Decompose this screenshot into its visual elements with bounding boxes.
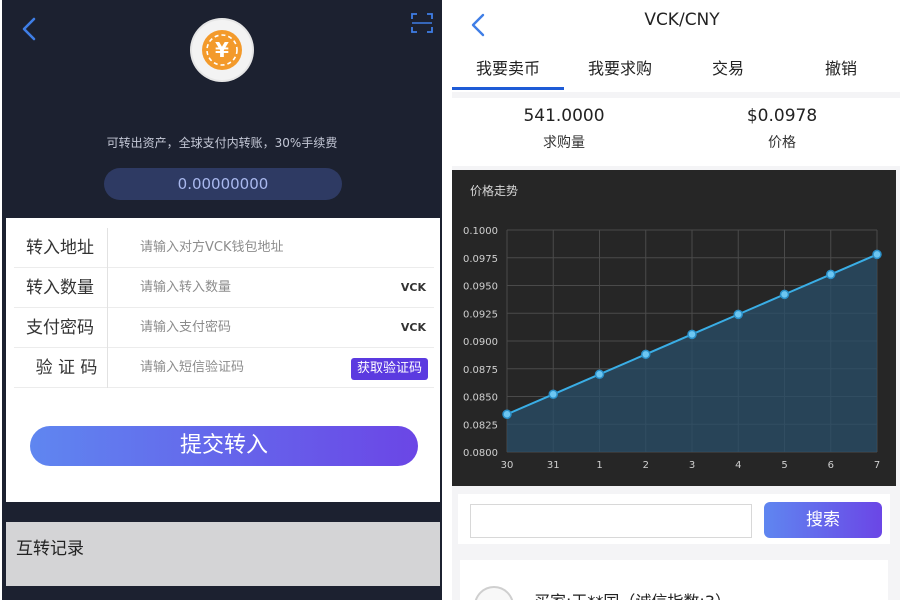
page-title: VCK/CNY [644, 10, 720, 30]
price-point [826, 269, 836, 280]
search-bar: 搜索 [458, 494, 890, 544]
transfer-records[interactable]: 互转记录 [6, 522, 440, 586]
price-point [641, 349, 651, 360]
y-tick-label: 0.0825 [463, 420, 498, 431]
address-label: 转入地址 [26, 228, 108, 268]
password-row[interactable]: 支付密码 请输入支付密码 VCK [14, 308, 434, 348]
x-tick-label: 1 [596, 460, 602, 471]
price-point [594, 369, 605, 380]
y-tick-label: 0.0925 [463, 309, 498, 320]
transfer-form: 转入地址 请输入对方VCK钱包地址 转入数量 请输入转入数量 VCK 支付密码 … [6, 218, 440, 502]
y-tick-label: 0.0900 [463, 337, 498, 348]
password-unit: VCK [400, 321, 426, 334]
tab-cancel[interactable]: 撤销 [782, 52, 900, 90]
y-tick-label: 0.0950 [463, 282, 498, 293]
market-panel: VCK/CNY 我要卖币 我要求购 交易 撤销 541.0000 求购量 $0.… [452, 0, 900, 600]
tab-sell[interactable]: 我要卖币 [452, 52, 564, 90]
records-title: 互转记录 [16, 539, 84, 559]
x-tick-label: 30 [501, 460, 514, 471]
back-arrow-icon[interactable] [18, 16, 40, 42]
search-button[interactable]: 搜索 [764, 502, 882, 538]
sms-code-row[interactable]: 验 证 码 请输入短信验证码 获取验证码 [14, 348, 434, 388]
address-input[interactable]: 请输入对方VCK钱包地址 [140, 228, 284, 268]
sms-code-input[interactable]: 请输入短信验证码 [140, 348, 244, 388]
price-point [548, 389, 558, 400]
search-input[interactable] [470, 504, 752, 538]
price-chart: 0.1000 0.0975 0.0950 0.0925 0.0900 0.0875 0.08… [452, 170, 896, 486]
amount-unit: VCK [400, 281, 426, 294]
tab-bar: 我要卖币 我要求购 交易 撤销 [452, 52, 900, 92]
price-point [733, 309, 743, 320]
x-tick-label: 2 [643, 460, 649, 471]
stat-price-value: $0.0978 [746, 106, 818, 126]
amount-row[interactable]: 转入数量 请输入转入数量 VCK [14, 268, 434, 308]
stats-bar: 541.0000 求购量 $0.0978 价格 [452, 98, 900, 166]
y-tick-label: 0.0850 [463, 393, 498, 404]
stat-volume-value: 541.0000 [523, 106, 605, 126]
x-tick-label: 4 [735, 460, 741, 471]
tab-trade[interactable]: 交易 [676, 52, 780, 90]
yuan-coin-icon: ¥ [202, 30, 242, 70]
coin-symbol: ¥ [215, 38, 229, 62]
price-point [502, 409, 512, 420]
scan-icon[interactable] [410, 12, 434, 34]
submit-transfer-button[interactable]: 提交转入 [30, 426, 418, 466]
y-tick-label: 0.0800 [463, 448, 498, 459]
seller-info: 买家:王**国（诚信指数:3） [534, 588, 731, 600]
stat-price: $0.0978 价格 [670, 106, 894, 152]
amount-input[interactable]: 请输入转入数量 [140, 268, 231, 308]
price-chart-svg: 0.1000 0.0975 0.0950 0.0925 0.0900 0.0875 0.08… [463, 226, 882, 471]
stat-volume-label: 求购量 [543, 135, 585, 151]
header: VCK/CNY 我要卖币 我要求购 交易 撤销 [452, 0, 900, 92]
stat-price-label: 价格 [768, 135, 796, 151]
transfer-panel: ¥ 可转出资产，全球支付内转账，30%手续费 0.00000000 转入地址 请… [2, 0, 442, 600]
address-row[interactable]: 转入地址 请输入对方VCK钱包地址 [14, 228, 434, 268]
y-tick-label: 0.0975 [463, 254, 498, 265]
fee-notice: 可转出资产，全球支付内转账，30%手续费 [106, 136, 338, 150]
x-tick-label: 5 [781, 460, 787, 471]
coin-logo: ¥ [192, 20, 252, 80]
x-tick-label: 3 [689, 460, 695, 471]
get-code-button[interactable]: 获取验证码 [350, 358, 428, 380]
seller-card[interactable]: 买家:王**国（诚信指数:3） [460, 560, 888, 600]
price-point [872, 249, 882, 260]
price-point [779, 289, 790, 300]
screen: ¥ 可转出资产，全球支付内转账，30%手续费 0.00000000 转入地址 请… [0, 0, 900, 600]
y-tick-label: 0.1000 [463, 226, 498, 237]
price-point [687, 329, 697, 340]
password-input[interactable]: 请输入支付密码 [140, 308, 231, 348]
x-tick-label: 31 [547, 460, 560, 471]
sms-code-label: 验 证 码 [26, 348, 108, 388]
seller-avatar [474, 586, 514, 600]
balance-display: 0.00000000 [104, 168, 342, 200]
password-label: 支付密码 [26, 308, 108, 348]
stat-volume: 541.0000 求购量 [452, 106, 676, 152]
chart-title: 价格走势 [470, 184, 519, 198]
y-tick-label: 0.0875 [463, 365, 498, 376]
x-tick-label: 7 [874, 460, 880, 471]
x-tick-label: 6 [828, 460, 834, 471]
tab-buy-request[interactable]: 我要求购 [564, 52, 676, 90]
amount-label: 转入数量 [26, 268, 108, 308]
